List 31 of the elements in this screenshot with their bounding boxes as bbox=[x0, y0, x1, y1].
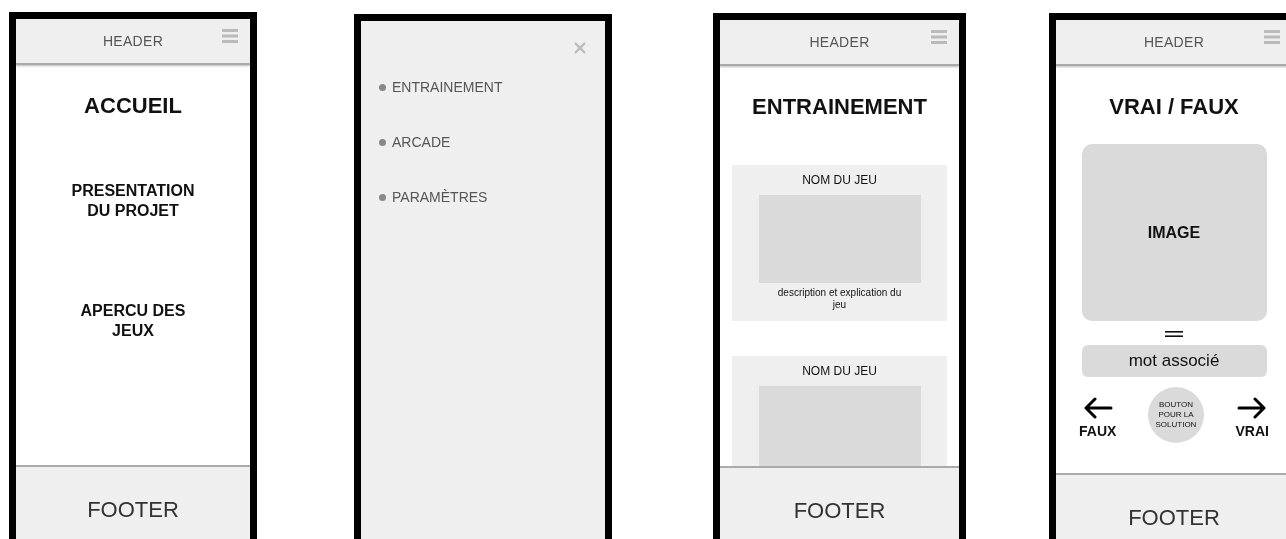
game-card[interactable]: NOM DU JEU bbox=[732, 356, 947, 466]
true-label: VRAI bbox=[1235, 423, 1269, 439]
menu-item[interactable]: ARCADE bbox=[379, 134, 605, 150]
page-title: VRAI / FAUX bbox=[1109, 94, 1239, 120]
game-description: description et explication du jeu bbox=[776, 287, 903, 311]
section-heading: APERCU DES JEUX bbox=[79, 301, 187, 341]
left-arrow-icon[interactable] bbox=[1082, 397, 1113, 419]
menu-item[interactable]: PARAMÈTRES bbox=[379, 189, 605, 205]
footer-title: FOOTER bbox=[87, 497, 179, 523]
game-card[interactable]: NOM DU JEU description et explication du jeu bbox=[732, 165, 947, 321]
image-label: IMAGE bbox=[1147, 223, 1201, 242]
game-name: NOM DU JEU bbox=[802, 364, 877, 378]
header-title: HEADER bbox=[102, 33, 164, 49]
header-title: HEADER bbox=[1143, 34, 1205, 50]
equals-icon bbox=[1165, 331, 1183, 337]
section-heading: PRESENTATION DU PROJET bbox=[70, 181, 196, 221]
right-arrow-icon[interactable] bbox=[1237, 397, 1268, 419]
menu-icon[interactable] bbox=[1264, 30, 1280, 44]
solution-button[interactable]: BOUTON POUR LA SOLUTION bbox=[1147, 387, 1204, 443]
menu-icon[interactable] bbox=[931, 30, 947, 44]
false-label: FAUX bbox=[1079, 423, 1117, 439]
page-title: ENTRAINEMENT bbox=[752, 94, 927, 120]
menu-icon[interactable] bbox=[222, 29, 238, 43]
page-title: ACCUEIL bbox=[84, 93, 182, 119]
footer-title: FOOTER bbox=[1128, 505, 1220, 531]
header-title: HEADER bbox=[809, 34, 870, 50]
menu-item[interactable]: ENTRAINEMENT bbox=[379, 79, 605, 95]
close-icon[interactable] bbox=[573, 41, 587, 55]
game-name: NOM DU JEU bbox=[802, 173, 877, 187]
word-label: mot associé bbox=[1081, 345, 1267, 377]
footer-title: FOOTER bbox=[793, 498, 886, 524]
